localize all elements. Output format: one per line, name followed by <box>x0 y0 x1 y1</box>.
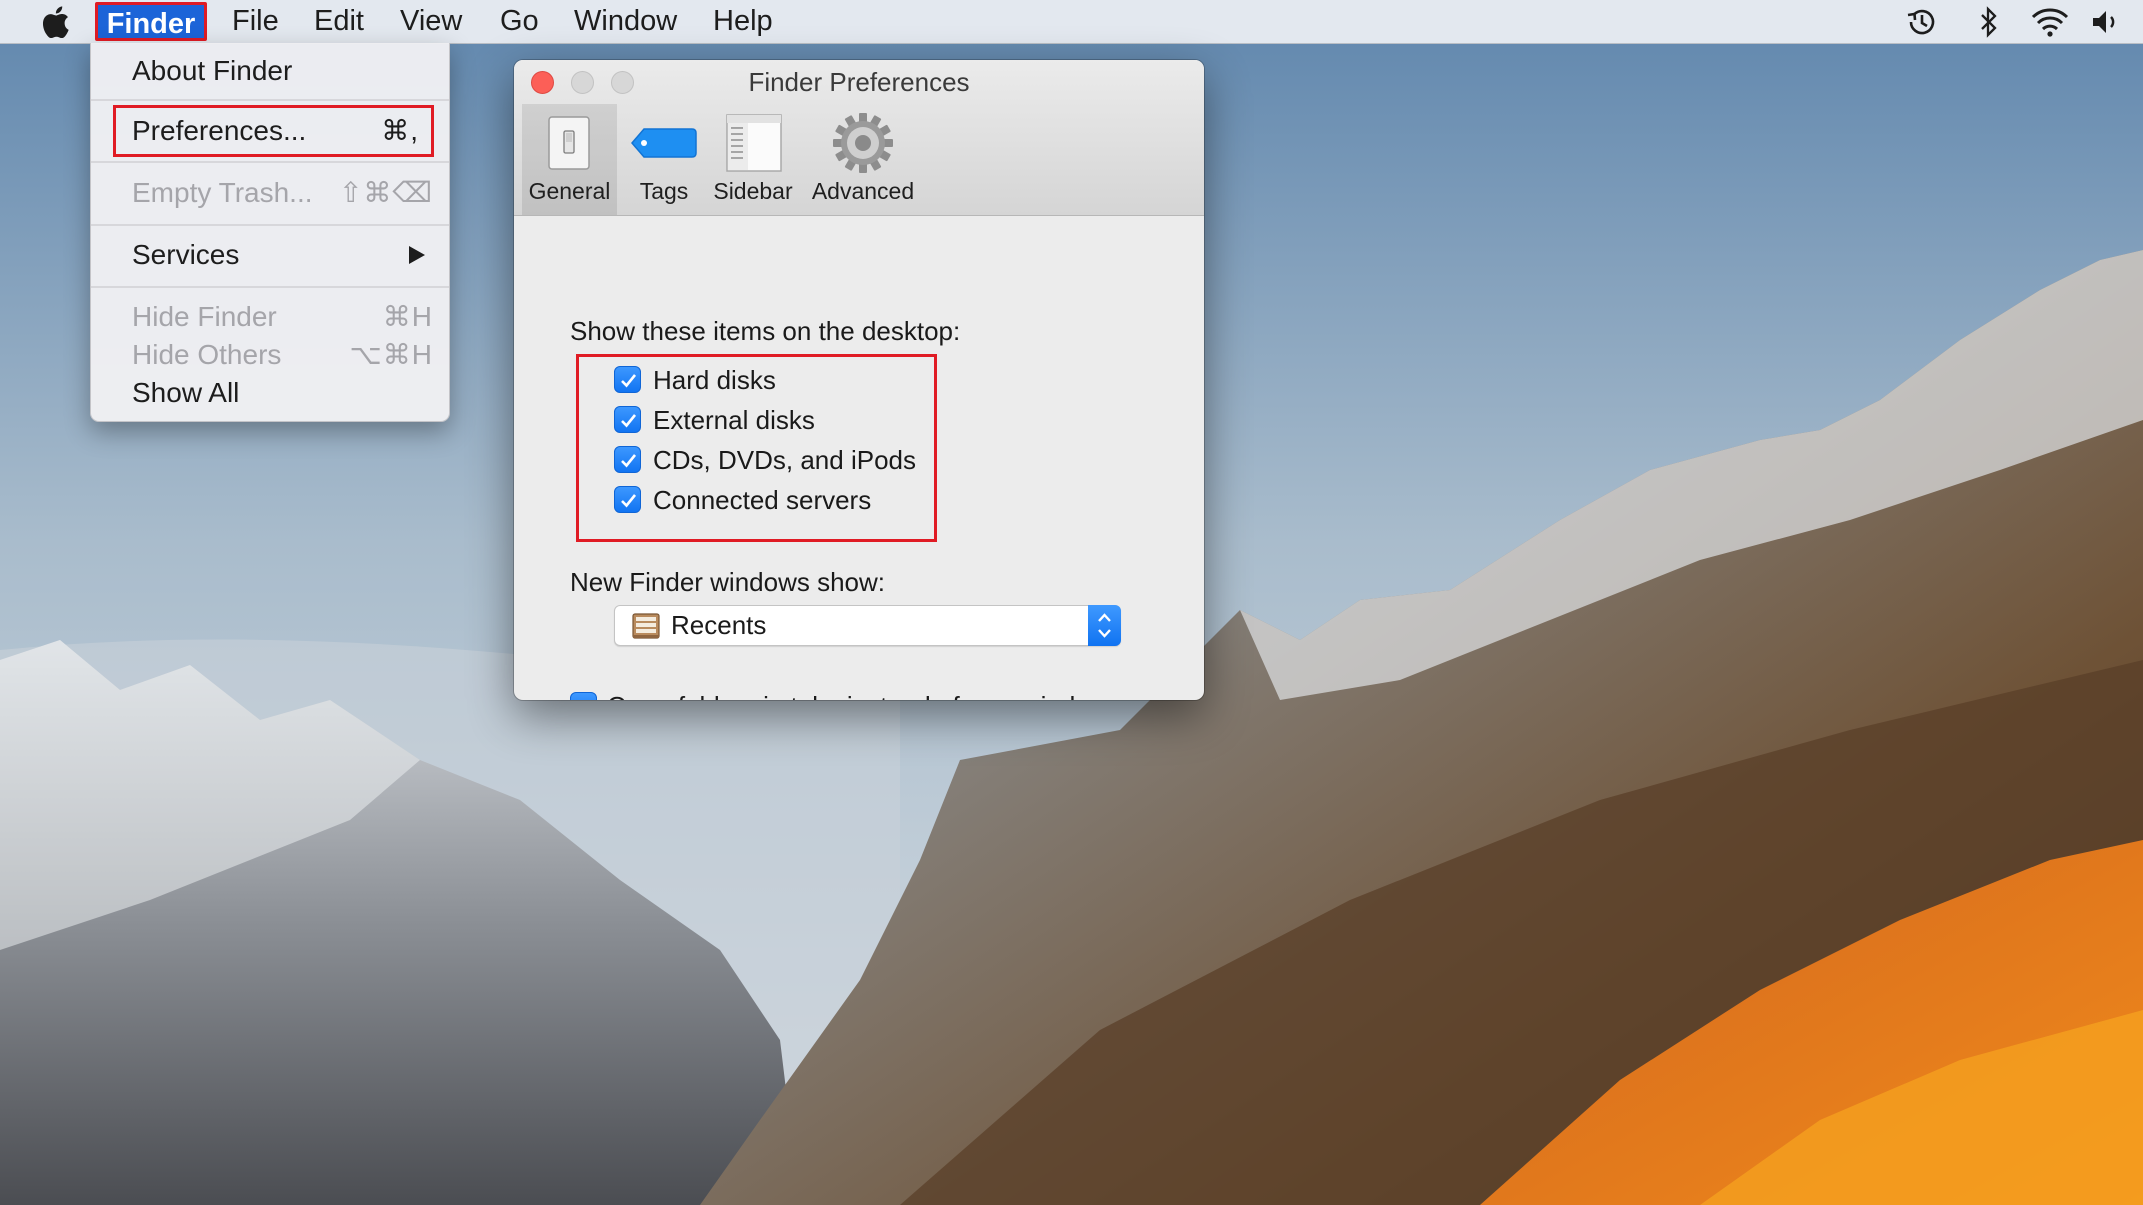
services-label: Services <box>132 239 240 270</box>
tab-sidebar[interactable]: Sidebar <box>707 104 799 215</box>
hide-finder-label: Hide Finder <box>132 301 277 332</box>
gear-icon <box>833 113 893 173</box>
tab-tags-label: Tags <box>639 178 689 204</box>
sidebar-icon <box>726 114 782 172</box>
show-all-label: Show All <box>132 377 240 408</box>
hide-others-shortcut: ⌥⌘H <box>349 339 433 370</box>
empty-trash-label: Empty Trash... <box>132 177 313 208</box>
checkbox-checked[interactable] <box>614 406 641 433</box>
tag-icon <box>631 128 697 158</box>
menu-file[interactable]: File <box>232 0 279 43</box>
about-finder-label: About Finder <box>132 55 293 86</box>
menu-item-show-all[interactable]: Show All <box>91 373 449 413</box>
checkmark-icon <box>621 374 637 388</box>
checkbox-checked[interactable] <box>614 486 641 513</box>
menu-separator <box>91 161 449 163</box>
menu-finder[interactable]: Finder <box>95 2 207 41</box>
checkbox-checked[interactable] <box>614 446 641 473</box>
cds-dvds-ipods-label: CDs, DVDs, and iPods <box>653 445 916 475</box>
menu-bar: Finder File Edit View Go Window Help <box>0 0 2143 44</box>
hide-others-label: Hide Others <box>132 339 282 370</box>
tab-sidebar-label: Sidebar <box>713 178 793 204</box>
new-window-heading: New Finder windows show: <box>570 567 886 597</box>
checkmark-icon <box>621 494 637 508</box>
menu-item-services[interactable]: Services <box>91 235 449 275</box>
checkmark-icon <box>621 414 637 428</box>
menu-help[interactable]: Help <box>713 0 773 43</box>
preferences-label: Preferences... <box>132 115 307 146</box>
submenu-arrow-icon <box>409 246 425 264</box>
menu-separator <box>91 224 449 226</box>
menu-item-empty-trash[interactable]: Empty Trash... ⇧⌘⌫ <box>91 173 449 213</box>
chevron-updown-icon <box>1098 613 1111 638</box>
menu-separator <box>91 286 449 288</box>
hard-disks-label: Hard disks <box>653 365 776 395</box>
finder-preferences-window: Finder Preferences General Tags Sidebar … <box>514 60 1204 700</box>
general-pane: Show these items on the desktop: Hard di… <box>514 216 1204 700</box>
bluetooth-icon[interactable] <box>1978 6 2000 38</box>
light-switch-icon <box>548 116 590 170</box>
menu-window[interactable]: Window <box>574 0 677 43</box>
menu-item-hide-others[interactable]: Hide Others ⌥⌘H <box>91 335 449 375</box>
menu-item-preferences[interactable]: Preferences... ⌘, <box>91 111 449 151</box>
popup-stepper[interactable] <box>1088 605 1121 646</box>
desktop-items-heading: Show these items on the desktop: <box>570 316 961 346</box>
recents-icon <box>632 613 660 639</box>
checkbox-checked[interactable] <box>614 366 641 393</box>
checkmark-icon <box>575 697 594 700</box>
external-disks-label: External disks <box>653 405 815 435</box>
time-machine-icon[interactable] <box>1905 6 1939 38</box>
tab-general-label: General <box>528 178 611 204</box>
wifi-icon[interactable] <box>2030 6 2070 38</box>
tab-general[interactable]: General <box>522 104 617 215</box>
hide-finder-shortcut: ⌘H <box>382 301 433 332</box>
open-in-tabs-label: Open folders in tabs instead of new wind… <box>607 689 1122 700</box>
menu-item-about-finder[interactable]: About Finder <box>91 51 449 91</box>
connected-servers-label: Connected servers <box>653 485 872 515</box>
tab-advanced[interactable]: Advanced <box>803 104 923 215</box>
new-window-value: Recents <box>671 610 767 640</box>
tab-advanced-label: Advanced <box>811 178 915 204</box>
volume-icon[interactable] <box>2090 6 2122 38</box>
finder-dropdown-menu: About Finder Preferences... ⌘, Empty Tra… <box>90 43 450 422</box>
menu-item-hide-finder[interactable]: Hide Finder ⌘H <box>91 297 449 337</box>
apple-icon[interactable] <box>40 6 70 38</box>
empty-trash-shortcut: ⇧⌘⌫ <box>338 177 433 208</box>
menu-edit[interactable]: Edit <box>314 0 364 43</box>
checkmark-icon <box>621 454 637 468</box>
tab-tags[interactable]: Tags <box>624 104 704 215</box>
menu-go[interactable]: Go <box>500 0 539 43</box>
window-title: Finder Preferences <box>748 67 970 97</box>
preferences-shortcut: ⌘, <box>381 115 419 146</box>
window-toolbar: Finder Preferences General Tags Sidebar … <box>514 60 1204 216</box>
checkbox-checked[interactable] <box>570 692 597 700</box>
menu-separator <box>91 99 449 101</box>
new-window-popup[interactable]: Recents <box>614 605 1121 646</box>
menu-view[interactable]: View <box>400 0 462 43</box>
